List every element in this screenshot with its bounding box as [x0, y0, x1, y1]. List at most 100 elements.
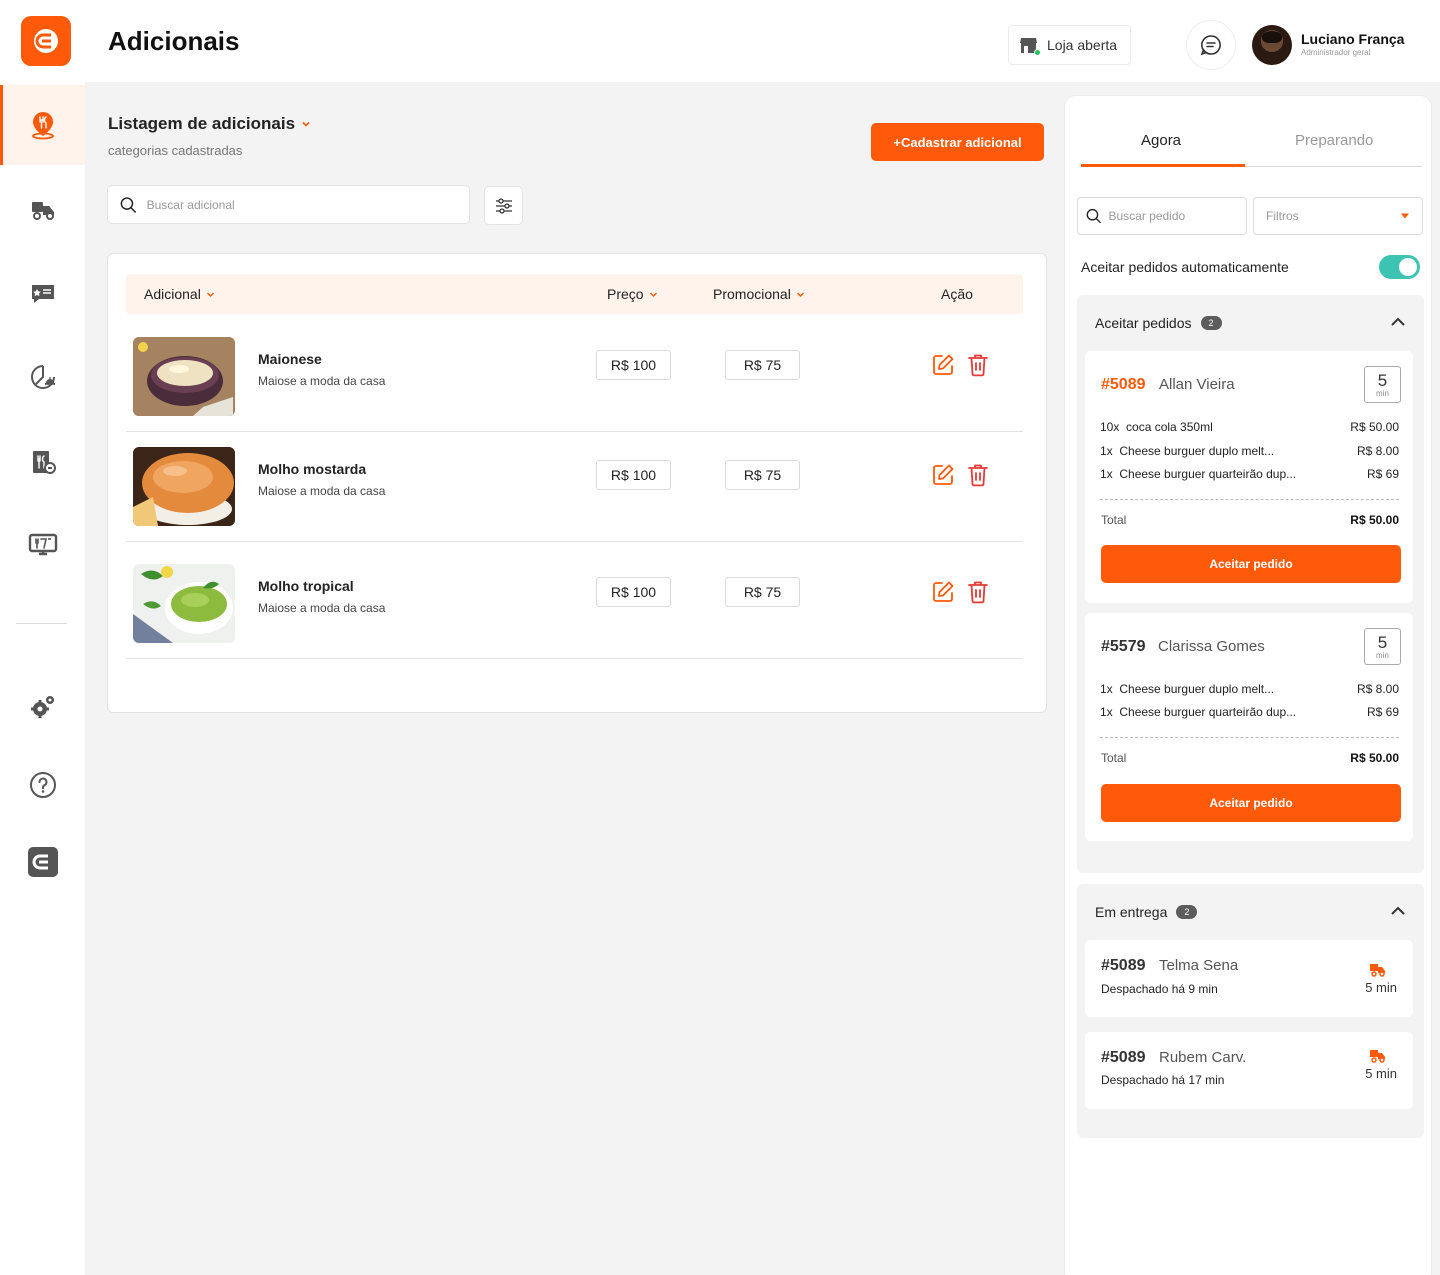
- in-delivery-header[interactable]: Em entrega 2: [1095, 904, 1198, 920]
- order-filter-select[interactable]: Filtros: [1253, 197, 1423, 235]
- page-title: Adicionais: [108, 26, 240, 56]
- table-row[interactable]: Maionese Maiose a moda da casa R$ 100 R$…: [126, 322, 1023, 432]
- group-title: Aceitar pedidos: [1095, 315, 1192, 331]
- order-card[interactable]: #5089 Allan Vieira 5 min 10x coca cola 3…: [1085, 351, 1413, 603]
- accept-order-button[interactable]: Aceitar pedido: [1101, 784, 1401, 822]
- accept-orders-header[interactable]: Aceitar pedidos 2: [1095, 315, 1222, 331]
- list-title-dropdown[interactable]: Listagem de adicionais: [108, 114, 311, 134]
- order-search-input[interactable]: [1108, 209, 1246, 223]
- edit-icon: [933, 354, 954, 375]
- delete-button[interactable]: [966, 463, 990, 487]
- edit-button[interactable]: [931, 353, 955, 377]
- sidebar-item-store[interactable]: [0, 85, 85, 165]
- col-price-sort[interactable]: Preço: [607, 286, 658, 302]
- delivery-truck-icon: [1370, 964, 1385, 977]
- prep-minutes: 5: [1377, 632, 1388, 652]
- auto-accept-label: Aceitar pedidos automaticamente: [1081, 259, 1289, 275]
- order-card[interactable]: #5579 Clarissa Gomes 5 min 1x Cheese bur…: [1085, 613, 1413, 841]
- order-id: #5579: [1101, 638, 1146, 655]
- edit-icon: [933, 464, 954, 485]
- list-subtitle: categorias cadastradas: [108, 143, 243, 158]
- sidebar-item-brand[interactable]: [0, 822, 85, 902]
- delivery-card[interactable]: #5089 Rubem Carv. Despachado há 17 min 5…: [1085, 1032, 1413, 1109]
- settings-gears-icon: [30, 696, 54, 718]
- chat-button[interactable]: [1186, 20, 1236, 70]
- table-header: Adicional Preço Promocional Ação: [126, 274, 1023, 314]
- sidebar-item-tv-menu[interactable]: [0, 505, 85, 585]
- delivery-truck-icon: [1370, 1050, 1385, 1063]
- item-description: Maiose a moda da casa: [258, 374, 386, 388]
- list-title: Listagem de adicionais: [108, 114, 296, 133]
- delivery-time: 5 min: [1365, 980, 1397, 995]
- brand-logo-icon: [27, 847, 58, 877]
- add-additional-button[interactable]: +Cadastrar adicional: [871, 123, 1044, 161]
- chevron-down-icon: [649, 291, 657, 297]
- sidebar: [0, 82, 85, 1275]
- dispatch-status: Despachado há 9 min: [1101, 982, 1218, 996]
- search-input[interactable]: [146, 197, 469, 212]
- chevron-up-icon[interactable]: [1390, 317, 1406, 327]
- user-role: Administrador geral: [1301, 48, 1371, 57]
- filter-button[interactable]: [484, 186, 523, 225]
- item-photo-mayonnaise: [133, 337, 235, 416]
- filter-label: Filtros: [1266, 209, 1299, 223]
- chevron-down-icon: [796, 291, 804, 297]
- brand-logo-icon[interactable]: [21, 16, 71, 66]
- table-row[interactable]: Molho tropical Maiose a moda da casa R$ …: [126, 542, 1023, 659]
- order-line-item: 1x Cheese burguer quarteirão dup... R$ 6…: [1100, 467, 1399, 481]
- order-total: Total R$ 50.00: [1101, 751, 1399, 765]
- item-name: Molho tropical: [258, 578, 354, 594]
- divider: [1100, 499, 1399, 500]
- column-header: Ação: [941, 286, 973, 302]
- tv-menu-icon: [28, 533, 57, 556]
- prep-time-badge: 5 min: [1364, 628, 1401, 665]
- edit-button[interactable]: [931, 580, 955, 604]
- order-customer: Allan Vieira: [1159, 376, 1235, 393]
- tab-preparing[interactable]: Preparando: [1295, 132, 1373, 149]
- delete-button[interactable]: [966, 353, 990, 377]
- column-header: Adicional: [144, 286, 201, 302]
- orders-panel: Agora Preparando Filtros Aceitar pedidos…: [1064, 95, 1432, 1275]
- edit-icon: [933, 581, 954, 602]
- order-id: #5089: [1101, 376, 1146, 393]
- delete-button[interactable]: [966, 580, 990, 604]
- item-name: Maionese: [258, 351, 322, 367]
- sidebar-item-reports[interactable]: [0, 337, 85, 417]
- price-value: R$ 100: [596, 577, 671, 607]
- tab-active-indicator: [1081, 164, 1245, 167]
- order-line-item: 1x Cheese burguer duplo melt... R$ 8.00: [1100, 682, 1399, 696]
- order-total: Total R$ 50.00: [1101, 513, 1399, 527]
- price-value: R$ 100: [596, 350, 671, 380]
- accept-orders-group: Aceitar pedidos 2 #5089 Allan Vieira 5 m…: [1077, 295, 1424, 873]
- item-description: Maiose a moda da casa: [258, 484, 386, 498]
- edit-button[interactable]: [931, 463, 955, 487]
- order-line-item: 1x Cheese burguer duplo melt... R$ 8.00: [1100, 444, 1399, 458]
- sidebar-divider: [16, 623, 67, 624]
- item-photo-tropical: [133, 564, 235, 643]
- col-additional-sort[interactable]: Adicional: [144, 286, 215, 302]
- col-promo-sort[interactable]: Promocional: [713, 286, 805, 302]
- order-customer: Rubem Carv.: [1159, 1049, 1247, 1066]
- sidebar-item-help[interactable]: [0, 745, 85, 825]
- table-row[interactable]: Molho mostarda Maiose a moda da casa R$ …: [126, 432, 1023, 542]
- col-action: Ação: [941, 286, 973, 302]
- avatar[interactable]: [1252, 25, 1292, 65]
- store-icon: [1019, 37, 1041, 56]
- tab-now[interactable]: Agora: [1141, 132, 1181, 149]
- accept-order-button[interactable]: Aceitar pedido: [1101, 545, 1401, 583]
- delivery-truck-icon: [31, 202, 54, 220]
- chevron-up-icon[interactable]: [1390, 906, 1406, 916]
- sidebar-item-promotions[interactable]: [0, 254, 85, 334]
- auto-accept-toggle[interactable]: [1379, 255, 1420, 279]
- sidebar-item-settings[interactable]: [0, 666, 85, 746]
- sidebar-item-delivery[interactable]: [0, 170, 85, 250]
- sidebar-item-menu[interactable]: [0, 422, 85, 502]
- item-description: Maiose a moda da casa: [258, 601, 386, 615]
- price-value: R$ 100: [596, 460, 671, 490]
- delivery-card[interactable]: #5089 Telma Sena Despachado há 9 min 5 m…: [1085, 940, 1413, 1017]
- store-status-button[interactable]: Loja aberta: [1008, 25, 1131, 65]
- prep-time-badge: 5 min: [1364, 366, 1401, 403]
- order-id: #5089: [1101, 1049, 1146, 1066]
- item-name: Molho mostarda: [258, 461, 367, 477]
- search-icon: [120, 196, 136, 213]
